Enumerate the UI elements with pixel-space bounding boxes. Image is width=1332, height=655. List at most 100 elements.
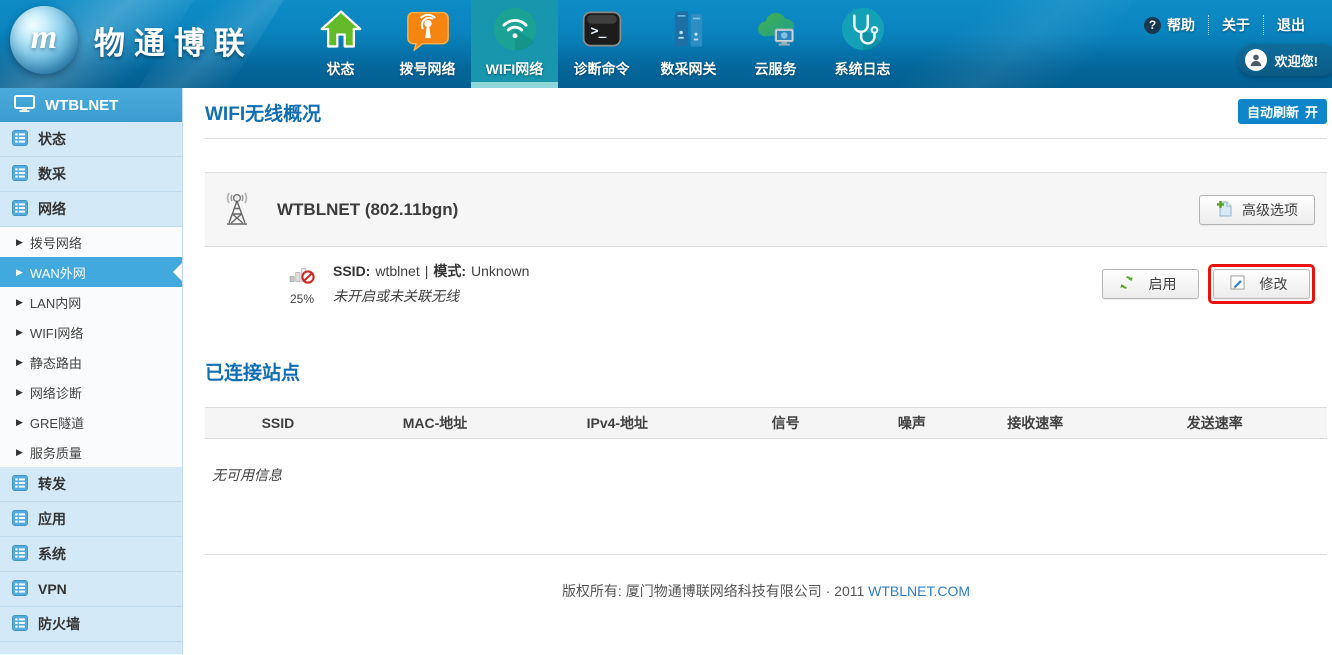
sidebar-item-vpn[interactable]: VPN (0, 572, 182, 607)
sidebar-item-wan[interactable]: ▶ WAN外网 (0, 257, 182, 287)
title-divider (205, 138, 1327, 139)
wifi-status-text: 未开启或未关联无线 (333, 286, 1102, 306)
nav-item-cloud-service[interactable]: 云服务 (732, 0, 819, 88)
help-icon: ? (1144, 17, 1161, 34)
top-header: m 物通博联 状态 拨号网络 (0, 0, 1332, 88)
triangle-icon: ▶ (16, 237, 23, 248)
nav-item-data-gateway[interactable]: 数采网关 (645, 0, 732, 88)
col-mac-address: MAC-地址 (351, 408, 519, 439)
footer: 版权所有: 厦门物通博联网络科技有限公司 · 2011 WTBLNET.COM (205, 581, 1327, 601)
monitor-icon (14, 95, 35, 116)
col-ssid: SSID (205, 408, 351, 439)
nav-item-wifi[interactable]: WIFI网络 (471, 0, 558, 88)
wifi-status-row: 25% SSID: wtblnet | 模式: Unknown 未开启或未关联无… (205, 247, 1327, 322)
modify-button-highlight: 修改 (1208, 264, 1315, 304)
triangle-icon: ▶ (16, 387, 23, 398)
sidebar-item-status[interactable]: 状态 (0, 122, 182, 157)
sidebar-item-static-route[interactable]: ▶ 静态路由 (0, 347, 182, 377)
advanced-options-button[interactable]: 高级选项 (1199, 195, 1315, 225)
brand-name: 物通博联 (94, 18, 254, 63)
edit-icon (1230, 275, 1245, 293)
list-icon (12, 475, 28, 494)
cloud-service-icon (753, 6, 799, 52)
sidebar-item-application[interactable]: 应用 (0, 502, 182, 537)
triangle-icon: ▶ (16, 417, 23, 428)
advanced-options-icon (1216, 200, 1233, 220)
logo-monogram: m (31, 19, 57, 57)
wifi-icon (492, 6, 538, 52)
sidebar-item-wifi[interactable]: ▶ WIFI网络 (0, 317, 182, 347)
sidebar: WTBLNET 状态 数采 网络 ▶ 拨号网络 ▶ WAN外网 ▶ LAN内网 … (0, 88, 183, 655)
nav-item-status[interactable]: 状态 (297, 0, 384, 88)
triangle-icon: ▶ (16, 327, 23, 338)
nav-item-system-log[interactable]: 系统日志 (819, 0, 906, 88)
connected-stations-title: 已连接站点 (205, 358, 1327, 385)
sidebar-item-forwarding[interactable]: 转发 (0, 467, 182, 502)
svg-text:>_: >_ (590, 24, 606, 39)
col-noise: 噪声 (856, 408, 968, 439)
welcome-pill[interactable]: 欢迎您! (1238, 44, 1332, 76)
home-icon (318, 6, 364, 52)
list-icon (12, 510, 28, 529)
help-link[interactable]: ? 帮助 (1131, 15, 1208, 35)
list-icon (12, 615, 28, 634)
about-link[interactable]: 关于 (1208, 15, 1263, 35)
footer-divider (205, 554, 1327, 555)
main-nav: 状态 拨号网络 WIFI网络 (297, 0, 906, 88)
sidebar-item-firewall[interactable]: 防火墙 (0, 607, 182, 642)
brand-logo: m 物通博联 (10, 6, 254, 74)
dial-network-icon (405, 6, 451, 52)
signal-disabled-icon (289, 262, 316, 290)
user-icon (1245, 49, 1267, 71)
sidebar-item-data-collection[interactable]: 数采 (0, 157, 182, 192)
triangle-icon: ▶ (16, 267, 23, 278)
modify-button[interactable]: 修改 (1213, 269, 1310, 299)
triangle-icon: ▶ (16, 447, 23, 458)
sidebar-item-partial[interactable] (0, 641, 182, 654)
welcome-text: 欢迎您! (1275, 51, 1318, 70)
signal-percent: 25% (290, 292, 314, 306)
logout-link[interactable]: 退出 (1263, 15, 1318, 35)
triangle-icon: ▶ (16, 357, 23, 368)
sidebar-item-lan[interactable]: ▶ LAN内网 (0, 287, 182, 317)
refresh-icon (1119, 275, 1134, 293)
sidebar-device-header[interactable]: WTBLNET (0, 88, 182, 122)
gateway-icon (666, 6, 712, 52)
sidebar-item-system[interactable]: 系统 (0, 537, 182, 572)
nav-item-dial-network[interactable]: 拨号网络 (384, 0, 471, 88)
sidebar-item-qos[interactable]: ▶ 服务质量 (0, 437, 182, 467)
copyright-text: 版权所有: 厦门物通博联网络科技有限公司 · 2011 (562, 583, 864, 599)
ssid-separator: | (425, 263, 429, 279)
sidebar-item-gre-tunnel[interactable]: ▶ GRE隧道 (0, 407, 182, 437)
sidebar-item-network-diagnosis[interactable]: ▶ 网络诊断 (0, 377, 182, 407)
main-content: WIFI无线概况 自动刷新 开 WTBLNET (802.11bgn) (183, 88, 1332, 655)
ssid-line: SSID: wtblnet | 模式: Unknown (333, 261, 1102, 281)
list-icon (12, 580, 28, 599)
stations-header-row: SSID MAC-地址 IPv4-地址 信号 噪声 接收速率 发送速率 (205, 408, 1327, 439)
sidebar-item-dial-network[interactable]: ▶ 拨号网络 (0, 227, 182, 257)
page-title: WIFI无线概况 (205, 99, 321, 126)
nav-item-diagnostic-command[interactable]: >_ 诊断命令 (558, 0, 645, 88)
col-ipv4-address: IPv4-地址 (519, 408, 715, 439)
wifi-network-title: WTBLNET (802.11bgn) (277, 200, 1199, 220)
enable-button[interactable]: 启用 (1102, 269, 1199, 299)
terminal-icon: >_ (579, 6, 625, 52)
empty-state-text: 无可用信息 (212, 465, 1327, 485)
wtblnet-link[interactable]: WTBLNET.COM (868, 583, 970, 599)
list-icon (12, 545, 28, 564)
mode-label: 模式: (433, 261, 466, 281)
wifi-panel-header: WTBLNET (802.11bgn) 高级选项 (205, 172, 1327, 247)
stethoscope-icon (840, 6, 886, 52)
list-icon (12, 130, 28, 149)
stations-table: SSID MAC-地址 IPv4-地址 信号 噪声 接收速率 发送速率 (205, 407, 1327, 439)
antenna-icon (219, 187, 255, 232)
sidebar-item-network[interactable]: 网络 (0, 192, 182, 227)
col-signal: 信号 (716, 408, 856, 439)
device-name: WTBLNET (45, 97, 118, 114)
auto-refresh-toggle[interactable]: 自动刷新 开 (1238, 99, 1327, 124)
list-icon (12, 165, 28, 184)
auto-refresh-state: 开 (1305, 102, 1318, 121)
ssid-value: wtblnet (375, 263, 419, 279)
header-links: ? 帮助 关于 退出 (1131, 15, 1318, 35)
col-tx-rate: 发送速率 (1103, 408, 1327, 439)
